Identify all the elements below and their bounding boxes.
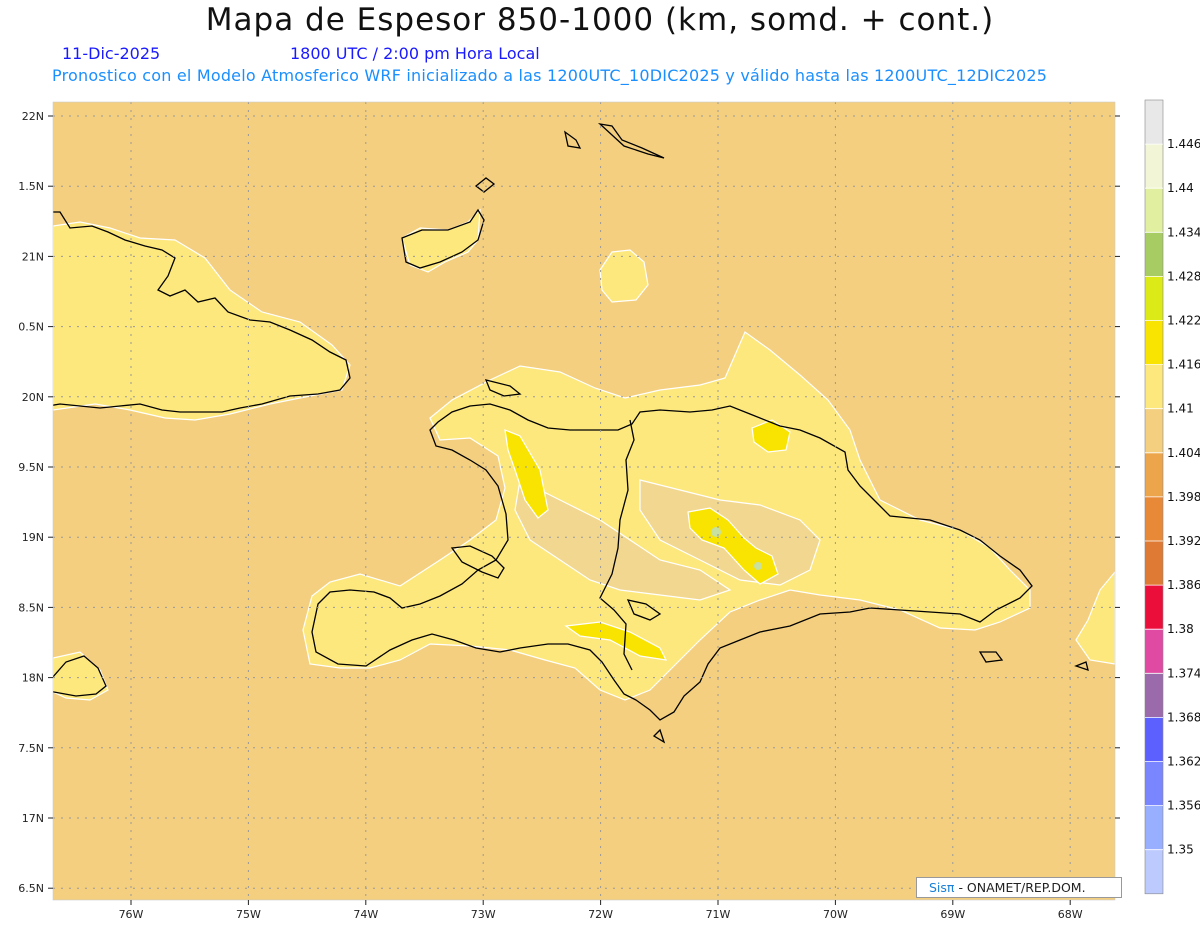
colorbar-label: 1.44 bbox=[1167, 181, 1194, 195]
max-core-1 bbox=[711, 527, 721, 537]
colorbar-swatch bbox=[1145, 496, 1163, 541]
colorbar-label: 1.362 bbox=[1167, 755, 1200, 769]
colorbar-label: 1.368 bbox=[1167, 710, 1200, 724]
colorbar-swatch bbox=[1145, 232, 1163, 277]
colorbar-swatch bbox=[1145, 188, 1163, 233]
lat-label: 17N bbox=[22, 812, 44, 825]
colorbar-swatch bbox=[1145, 761, 1163, 806]
colorbar-swatch bbox=[1145, 805, 1163, 850]
lat-label: 21N bbox=[22, 250, 44, 263]
lon-label: 72W bbox=[588, 908, 613, 921]
sispi-logo: Sisπ bbox=[929, 880, 955, 895]
colorbar-label: 1.392 bbox=[1167, 534, 1200, 548]
lon-label: 68W bbox=[1058, 908, 1083, 921]
lat-label: 7.5N bbox=[18, 742, 44, 755]
lat-label: 18N bbox=[22, 672, 44, 685]
lat-label: 19N bbox=[22, 531, 44, 544]
colorbar-swatch bbox=[1145, 364, 1163, 409]
colorbar-swatch bbox=[1145, 320, 1163, 365]
colorbar-label: 1.374 bbox=[1167, 666, 1200, 680]
lat-label: 22N bbox=[22, 110, 44, 123]
lon-label: 74W bbox=[353, 908, 378, 921]
colorbar-label: 1.41 bbox=[1167, 402, 1194, 416]
lat-label: 20N bbox=[22, 391, 44, 404]
credit-box: Sisπ - ONAMET/REP.DOM. bbox=[916, 877, 1122, 898]
colorbar-label: 1.422 bbox=[1167, 314, 1200, 328]
lat-label: 0.5N bbox=[18, 321, 44, 334]
credit-text: - ONAMET/REP.DOM. bbox=[958, 880, 1086, 895]
colorbar-swatch bbox=[1145, 717, 1163, 762]
lon-label: 69W bbox=[940, 908, 965, 921]
longitude-axis: 76W 75W 74W 73W 72W 71W 70W 69W 68W bbox=[119, 900, 1083, 921]
colorbar-swatch bbox=[1145, 276, 1163, 321]
colorbar-swatch bbox=[1145, 452, 1163, 497]
colorbar-label: 1.356 bbox=[1167, 799, 1200, 813]
colorbar-label: 1.398 bbox=[1167, 490, 1200, 504]
colorbar-swatch bbox=[1145, 849, 1163, 894]
colorbar-swatch bbox=[1145, 585, 1163, 630]
colorbar-swatch bbox=[1145, 100, 1163, 145]
max-core-2 bbox=[754, 562, 762, 570]
colorbar-label: 1.386 bbox=[1167, 578, 1200, 592]
lat-label: 8.5N bbox=[18, 601, 44, 614]
colorbar-label: 1.35 bbox=[1167, 843, 1194, 857]
lon-label: 73W bbox=[471, 908, 496, 921]
lon-label: 76W bbox=[119, 908, 144, 921]
colorbar: 1.446 1.44 1.434 1.428 1.422 1.416 1.41 1.404 1.… bbox=[1144, 99, 1200, 895]
colorbar-swatch bbox=[1145, 673, 1163, 718]
lon-label: 75W bbox=[236, 908, 261, 921]
lat-label: 6.5N bbox=[18, 882, 44, 895]
colorbar-label: 1.434 bbox=[1167, 225, 1200, 239]
colorbar-label: 1.428 bbox=[1167, 269, 1200, 283]
lat-label: 9.5N bbox=[18, 461, 44, 474]
colorbar-label: 1.404 bbox=[1167, 446, 1200, 460]
colorbar-label: 1.38 bbox=[1167, 622, 1194, 636]
lon-label: 70W bbox=[823, 908, 848, 921]
colorbar-swatch bbox=[1145, 541, 1163, 586]
lon-label: 71W bbox=[706, 908, 731, 921]
colorbar-label: 1.416 bbox=[1167, 358, 1200, 372]
colorbar-label: 1.446 bbox=[1167, 137, 1200, 151]
colorbar-swatch bbox=[1145, 144, 1163, 189]
colorbar-swatch bbox=[1145, 408, 1163, 453]
thickness-map: 22N 1.5N 21N 0.5N 20N 9.5N 19N 8.5N 18N 7.5N 17N 6.… bbox=[18, 99, 1200, 921]
lat-label: 1.5N bbox=[18, 180, 44, 193]
colorbar-swatch bbox=[1145, 629, 1163, 674]
